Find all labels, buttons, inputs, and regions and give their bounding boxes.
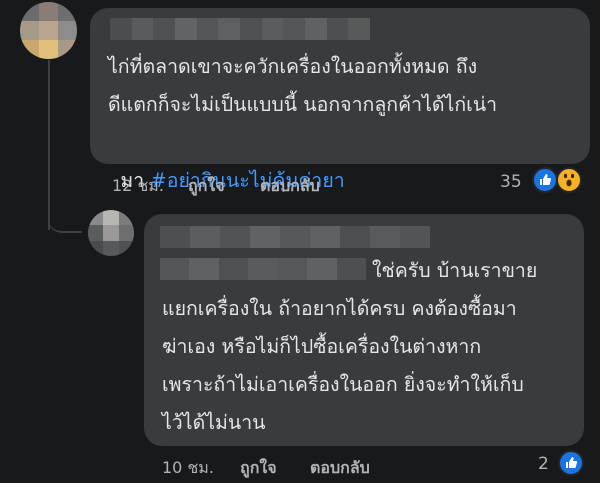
like-icon[interactable] [558, 450, 584, 476]
reply-timestamp[interactable]: 10 ชม. [162, 456, 214, 481]
reply-like-button[interactable]: ถูกใจ [240, 456, 277, 481]
like-icon[interactable] [532, 167, 558, 193]
reply-avatar[interactable] [88, 210, 134, 256]
reply-text-line: เพราะถ้าไม่เอาเครื่องในออก ยิ่งจะทำให้เก… [162, 373, 524, 396]
reply-text-line: แยกเครื่องใน ถ้าอยากได้ครบ คงต้องซื้อมา [162, 297, 517, 320]
commenter-name[interactable] [110, 18, 371, 40]
reaction-count[interactable]: 35 [500, 172, 522, 192]
comment-text-line: ไก่ที่ตลาดเขาจะควักเครื่องในออกทั้งหมด ถ… [108, 55, 478, 78]
reply-text-line: ฆ่าเอง หรือไม่ก็ไปซื้อเครื่องในต่างหาก [162, 335, 482, 358]
commenter-avatar[interactable] [20, 2, 77, 59]
like-button[interactable]: ถูกใจ [188, 174, 225, 199]
reply-button[interactable]: ตอบกลับ [260, 174, 320, 199]
reply-reply-button[interactable]: ตอบกลับ [310, 456, 370, 481]
comment-timestamp[interactable]: 12 ชม. [112, 174, 164, 199]
reply-text-line: ไว้ได้ไม่นาน [162, 411, 266, 434]
comment-text-line: ดีแตกก็จะไม่เป็นแบบนี้ นอกจากลูกค้าได้ไก… [108, 93, 498, 116]
reply-name-tail [160, 258, 366, 280]
wow-icon[interactable] [556, 167, 582, 193]
reply-reaction-count[interactable]: 2 [538, 454, 549, 474]
reply-text-line: ใช่ครับ บ้านเราขาย [372, 259, 538, 282]
thread-connector [48, 205, 82, 233]
reply-name[interactable] [160, 226, 430, 248]
